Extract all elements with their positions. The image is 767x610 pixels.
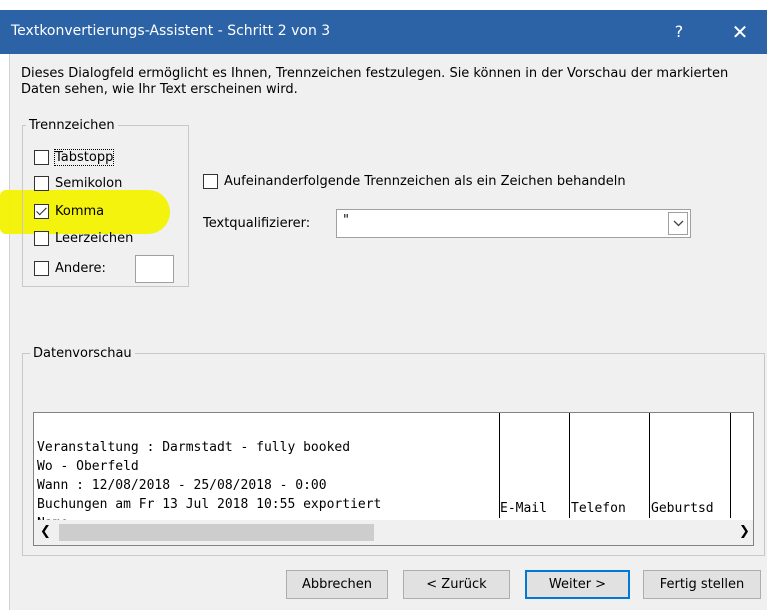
semicolon-checkbox[interactable] xyxy=(34,175,49,191)
delimiters-group-label: Trennzeichen xyxy=(26,118,118,133)
horizontal-scroll-thumb[interactable] xyxy=(59,524,374,541)
scroll-right-icon[interactable]: ❯ xyxy=(739,524,750,539)
column-separator xyxy=(730,413,731,518)
preview-text: Veranstaltung : Darmstadt - fully booked… xyxy=(37,419,381,533)
data-preview[interactable]: Veranstaltung : Darmstadt - fully booked… xyxy=(33,412,754,546)
next-button[interactable]: Weiter > xyxy=(525,570,630,599)
comma-option[interactable]: Komma xyxy=(34,200,104,222)
preview-horizontal-scrollbar[interactable]: ❮ ❯ xyxy=(34,520,753,545)
cancel-button[interactable]: Abbrechen xyxy=(286,570,388,599)
preview-column-header: Geburtsd xyxy=(651,501,714,516)
preview-column-header: E-Mail xyxy=(500,501,547,516)
semicolon-label[interactable]: Semikolon xyxy=(55,176,122,191)
semicolon-option[interactable]: Semikolon xyxy=(34,172,122,194)
tab-label[interactable]: Tabstopp xyxy=(53,148,115,166)
left-gutter xyxy=(0,54,10,610)
space-label[interactable]: Leerzeichen xyxy=(55,231,133,246)
text-qualifier-value: " xyxy=(343,213,349,228)
close-button[interactable]: ✕ xyxy=(720,19,760,45)
preview-group-label: Datenvorschau xyxy=(30,346,135,361)
window-title: Textkonvertierungs-Assistent - Schritt 2… xyxy=(11,23,331,39)
other-option[interactable]: Andere: xyxy=(34,257,106,279)
preview-line: Wo - Oberfeld xyxy=(37,459,139,474)
scroll-left-icon[interactable]: ❮ xyxy=(40,524,51,539)
preview-line: Veranstaltung : Darmstadt - fully booked xyxy=(37,440,351,455)
finish-button[interactable]: Fertig stellen xyxy=(643,570,761,599)
other-checkbox[interactable] xyxy=(34,260,49,276)
comma-label[interactable]: Komma xyxy=(55,204,104,219)
space-checkbox[interactable] xyxy=(34,230,49,246)
other-delimiter-input[interactable] xyxy=(135,255,174,283)
description-text: Dieses Dialogfeld ermöglicht es Ihnen, T… xyxy=(21,66,729,97)
tab-option[interactable]: Tabstopp xyxy=(34,146,115,168)
text-qualifier-label: Textqualifizierer: xyxy=(203,216,311,231)
title-bar: Textkonvertierungs-Assistent - Schritt 2… xyxy=(0,10,767,54)
help-button[interactable]: ? xyxy=(664,19,694,45)
space-option[interactable]: Leerzeichen xyxy=(34,227,133,249)
top-strip xyxy=(0,0,767,10)
consecutive-label[interactable]: Aufeinanderfolgende Trennzeichen als ein… xyxy=(224,174,626,189)
consecutive-checkbox[interactable] xyxy=(203,173,218,189)
column-separator xyxy=(569,413,570,518)
preview-line: Wann : 12/08/2018 - 25/08/2018 - 0:00 xyxy=(37,478,327,493)
other-label[interactable]: Andere: xyxy=(55,261,106,276)
preview-line: Buchungen am Fr 13 Jul 2018 10:55 export… xyxy=(37,497,382,512)
column-separator xyxy=(649,413,650,518)
comma-checkbox[interactable] xyxy=(34,203,49,219)
chevron-down-icon[interactable] xyxy=(668,212,688,235)
consecutive-option[interactable]: Aufeinanderfolgende Trennzeichen als ein… xyxy=(203,170,626,192)
back-button[interactable]: < Zurück xyxy=(403,570,510,599)
preview-column-header: Telefon xyxy=(571,501,626,516)
tab-checkbox[interactable] xyxy=(34,149,49,165)
text-qualifier-select[interactable]: " xyxy=(336,209,691,238)
